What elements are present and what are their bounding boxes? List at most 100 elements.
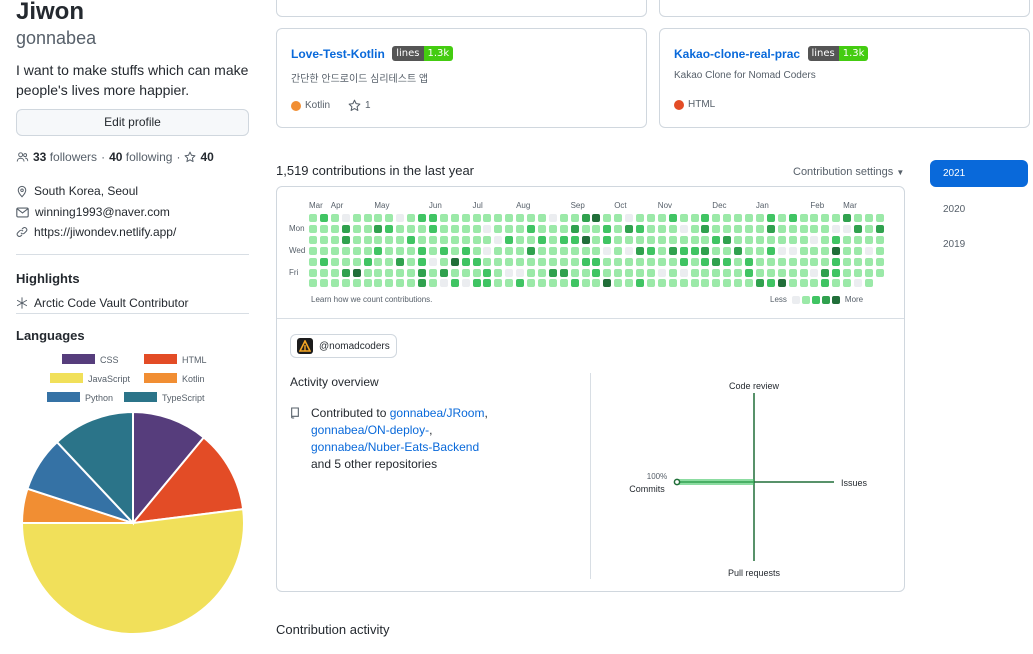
contribution-day[interactable] bbox=[319, 279, 328, 288]
contribution-day[interactable] bbox=[330, 257, 339, 266]
contribution-day[interactable] bbox=[734, 257, 743, 266]
contribution-day[interactable] bbox=[428, 279, 437, 288]
contribution-day[interactable] bbox=[570, 214, 579, 222]
contribution-day[interactable] bbox=[701, 214, 710, 222]
contribution-day[interactable] bbox=[668, 268, 677, 277]
repo-name-link[interactable]: Love-Test-Kotlin bbox=[291, 47, 385, 61]
contribution-settings-dropdown[interactable]: Contribution settings ▼ bbox=[793, 166, 904, 178]
contribution-day[interactable] bbox=[559, 246, 568, 255]
contribution-day[interactable] bbox=[319, 224, 328, 233]
contribution-day[interactable] bbox=[309, 246, 317, 255]
contribution-day[interactable] bbox=[319, 257, 328, 266]
contribution-day[interactable] bbox=[385, 279, 394, 288]
contribution-day[interactable] bbox=[810, 246, 819, 255]
contribution-day[interactable] bbox=[319, 235, 328, 244]
contribution-day[interactable] bbox=[309, 279, 317, 288]
contribution-day[interactable] bbox=[668, 235, 677, 244]
contribution-day[interactable] bbox=[505, 257, 514, 266]
contribution-day[interactable] bbox=[428, 268, 437, 277]
contribution-day[interactable] bbox=[777, 246, 786, 255]
contribution-day[interactable] bbox=[483, 279, 492, 288]
contribution-day[interactable] bbox=[461, 246, 470, 255]
contribution-day[interactable] bbox=[821, 268, 830, 277]
contribution-day[interactable] bbox=[679, 268, 688, 277]
contribution-day[interactable] bbox=[494, 268, 503, 277]
contribution-day[interactable] bbox=[309, 235, 317, 244]
contribution-day[interactable] bbox=[755, 257, 764, 266]
contribution-day[interactable] bbox=[341, 279, 350, 288]
contribution-day[interactable] bbox=[309, 214, 317, 222]
contribution-day[interactable] bbox=[559, 214, 568, 222]
contribution-day[interactable] bbox=[832, 224, 841, 233]
contribution-day[interactable] bbox=[592, 214, 601, 222]
contribution-day[interactable] bbox=[821, 214, 830, 222]
contribution-day[interactable] bbox=[723, 224, 732, 233]
contribution-day[interactable] bbox=[450, 246, 459, 255]
contribution-day[interactable] bbox=[581, 257, 590, 266]
contribution-day[interactable] bbox=[374, 268, 383, 277]
contribution-day[interactable] bbox=[854, 268, 862, 277]
contribution-day[interactable] bbox=[603, 235, 612, 244]
contribution-day[interactable] bbox=[843, 214, 852, 222]
contribution-day[interactable] bbox=[755, 246, 764, 255]
contribution-day[interactable] bbox=[450, 268, 459, 277]
contribution-day[interactable] bbox=[690, 246, 699, 255]
contribution-day[interactable] bbox=[777, 224, 786, 233]
contribution-day[interactable] bbox=[516, 257, 525, 266]
contribution-day[interactable] bbox=[461, 268, 470, 277]
contribution-day[interactable] bbox=[821, 235, 830, 244]
contribution-day[interactable] bbox=[712, 257, 721, 266]
repo-stars[interactable]: 1 bbox=[365, 100, 371, 111]
contribution-day[interactable] bbox=[657, 257, 666, 266]
contribution-day[interactable] bbox=[712, 246, 721, 255]
contribution-day[interactable] bbox=[766, 235, 775, 244]
contribution-day[interactable] bbox=[341, 268, 350, 277]
contribution-day[interactable] bbox=[483, 257, 492, 266]
contribution-day[interactable] bbox=[450, 235, 459, 244]
website-link[interactable]: https://jiwondev.netlify.app/ bbox=[34, 225, 176, 239]
contribution-day[interactable] bbox=[439, 279, 448, 288]
contribution-day[interactable] bbox=[330, 246, 339, 255]
contribution-day[interactable] bbox=[734, 235, 743, 244]
contribution-day[interactable] bbox=[712, 235, 721, 244]
contribution-day[interactable] bbox=[428, 246, 437, 255]
contribution-day[interactable] bbox=[755, 224, 764, 233]
contribution-day[interactable] bbox=[636, 279, 644, 288]
contribution-day[interactable] bbox=[799, 257, 808, 266]
contribution-day[interactable] bbox=[854, 235, 862, 244]
contribution-day[interactable] bbox=[581, 246, 590, 255]
contribution-day[interactable] bbox=[614, 246, 623, 255]
contribution-day[interactable] bbox=[428, 257, 437, 266]
contribution-day[interactable] bbox=[385, 235, 394, 244]
learn-contributions-link[interactable]: Learn how we count contributions. bbox=[311, 295, 432, 304]
contribution-day[interactable] bbox=[559, 257, 568, 266]
contribution-day[interactable] bbox=[843, 224, 852, 233]
contribution-day[interactable] bbox=[843, 279, 852, 288]
contribution-day[interactable] bbox=[363, 246, 372, 255]
contribution-day[interactable] bbox=[461, 257, 470, 266]
contribution-day[interactable] bbox=[407, 214, 416, 222]
contribution-day[interactable] bbox=[843, 257, 852, 266]
contribution-day[interactable] bbox=[755, 214, 764, 222]
contribution-day[interactable] bbox=[864, 224, 873, 233]
contribution-day[interactable] bbox=[821, 246, 830, 255]
contribution-day[interactable] bbox=[570, 279, 579, 288]
contribution-day[interactable] bbox=[766, 268, 775, 277]
contribution-day[interactable] bbox=[603, 268, 612, 277]
contribution-day[interactable] bbox=[864, 268, 873, 277]
contribution-day[interactable] bbox=[505, 246, 514, 255]
contribution-day[interactable] bbox=[472, 268, 481, 277]
contribution-day[interactable] bbox=[745, 268, 753, 277]
contribution-day[interactable] bbox=[646, 246, 655, 255]
contribution-day[interactable] bbox=[810, 268, 819, 277]
contribution-day[interactable] bbox=[407, 246, 416, 255]
contribution-day[interactable] bbox=[723, 268, 732, 277]
contribution-day[interactable] bbox=[374, 257, 383, 266]
contribution-day[interactable] bbox=[864, 257, 873, 266]
contribution-day[interactable] bbox=[472, 235, 481, 244]
contribution-day[interactable] bbox=[646, 268, 655, 277]
contribution-day[interactable] bbox=[483, 235, 492, 244]
contribution-day[interactable] bbox=[690, 279, 699, 288]
contribution-day[interactable] bbox=[625, 224, 634, 233]
contribution-day[interactable] bbox=[657, 279, 666, 288]
